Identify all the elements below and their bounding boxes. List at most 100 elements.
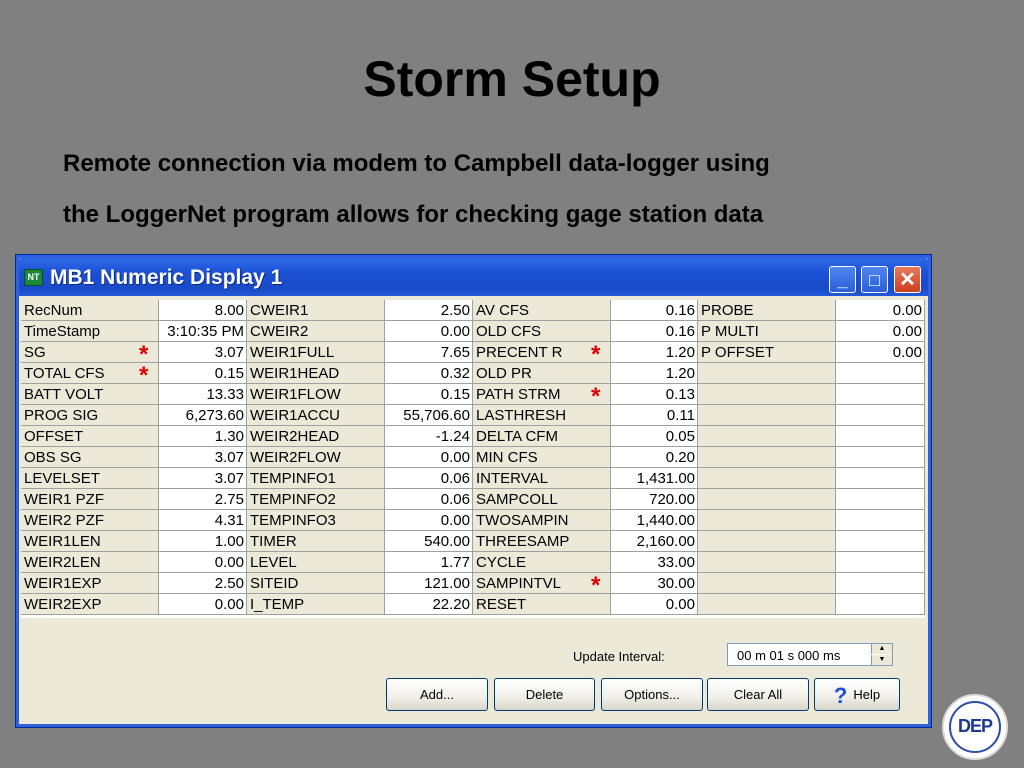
table-cell-label[interactable]: TEMPINFO2 — [247, 489, 385, 510]
table-cell-label[interactable] — [698, 426, 836, 447]
table-cell-label[interactable]: P MULTI — [698, 321, 836, 342]
table-cell-label[interactable]: WEIR1FULL — [247, 342, 385, 363]
table-cell-value[interactable]: 0.00 — [836, 321, 925, 342]
table-cell-value[interactable] — [836, 552, 925, 573]
table-cell-label[interactable]: WEIR1LEN — [21, 531, 159, 552]
title-bar[interactable]: NT MB1 Numeric Display 1 _ □ ✕ — [19, 258, 928, 296]
table-cell-label[interactable]: WEIR1EXP — [21, 573, 159, 594]
add-button[interactable]: Add... — [386, 678, 488, 711]
table-cell-label[interactable]: TimeStamp — [21, 321, 159, 342]
table-cell-label[interactable]: WEIR2LEN — [21, 552, 159, 573]
table-cell-value[interactable]: 540.00 — [385, 531, 473, 552]
minimize-button[interactable]: _ — [829, 266, 856, 293]
table-cell-value[interactable] — [836, 447, 925, 468]
table-cell-label[interactable]: SAMPCOLL — [473, 489, 611, 510]
table-cell-value[interactable]: 6,273.60 — [159, 405, 247, 426]
table-cell-value[interactable] — [836, 426, 925, 447]
table-cell-value[interactable]: 30.00 — [611, 573, 698, 594]
table-cell-label[interactable]: WEIR2HEAD — [247, 426, 385, 447]
table-cell-label[interactable]: BATT VOLT — [21, 384, 159, 405]
table-cell-value[interactable]: 0.15 — [159, 363, 247, 384]
table-cell-label[interactable]: CYCLE — [473, 552, 611, 573]
table-cell-label[interactable]: WEIR1ACCU — [247, 405, 385, 426]
table-cell-label[interactable] — [698, 405, 836, 426]
update-interval-input[interactable] — [728, 644, 881, 667]
table-cell-value[interactable] — [836, 363, 925, 384]
table-cell-value[interactable]: 3.07 — [159, 342, 247, 363]
table-cell-label[interactable]: LEVELSET — [21, 468, 159, 489]
table-cell-value[interactable]: 0.16 — [611, 321, 698, 342]
table-cell-value[interactable]: 22.20 — [385, 594, 473, 615]
table-cell-value[interactable]: 3:10:35 PM — [159, 321, 247, 342]
table-cell-label[interactable]: RecNum — [21, 300, 159, 321]
table-cell-label[interactable]: INTERVAL — [473, 468, 611, 489]
table-cell-value[interactable]: 0.00 — [836, 342, 925, 363]
table-cell-value[interactable] — [836, 489, 925, 510]
table-cell-label[interactable] — [698, 573, 836, 594]
table-cell-label[interactable]: OLD PR — [473, 363, 611, 384]
table-cell-label[interactable]: P OFFSET — [698, 342, 836, 363]
table-cell-value[interactable]: 0.16 — [611, 300, 698, 321]
table-cell-value[interactable]: 0.13 — [611, 384, 698, 405]
table-cell-value[interactable] — [836, 573, 925, 594]
table-cell-label[interactable] — [698, 531, 836, 552]
options-button[interactable]: Options... — [601, 678, 703, 711]
table-cell-label[interactable]: PROBE — [698, 300, 836, 321]
table-cell-label[interactable]: I_TEMP — [247, 594, 385, 615]
table-cell-value[interactable]: 0.32 — [385, 363, 473, 384]
table-cell-label[interactable] — [698, 468, 836, 489]
table-cell-label[interactable]: TWOSAMPIN — [473, 510, 611, 531]
table-cell-value[interactable]: 1,431.00 — [611, 468, 698, 489]
table-cell-value[interactable]: 7.65 — [385, 342, 473, 363]
table-cell-value[interactable]: 55,706.60 — [385, 405, 473, 426]
spin-down-button[interactable]: ▼ — [871, 655, 892, 665]
table-cell-label[interactable] — [698, 510, 836, 531]
table-cell-value[interactable]: 8.00 — [159, 300, 247, 321]
table-cell-value[interactable]: 1.20 — [611, 342, 698, 363]
table-cell-label[interactable]: WEIR1 PZF — [21, 489, 159, 510]
table-cell-label[interactable]: LASTHRESH — [473, 405, 611, 426]
table-cell-label[interactable]: TIMER — [247, 531, 385, 552]
table-cell-value[interactable]: 2.50 — [385, 300, 473, 321]
table-cell-value[interactable] — [836, 594, 925, 615]
table-cell-label[interactable]: WEIR2FLOW — [247, 447, 385, 468]
table-cell-label[interactable] — [698, 384, 836, 405]
table-cell-label[interactable] — [698, 594, 836, 615]
table-cell-value[interactable]: 0.15 — [385, 384, 473, 405]
table-cell-label[interactable]: RESET — [473, 594, 611, 615]
table-cell-value[interactable]: 0.00 — [836, 300, 925, 321]
table-cell-label[interactable]: MIN CFS — [473, 447, 611, 468]
table-cell-value[interactable]: 2,160.00 — [611, 531, 698, 552]
help-button[interactable]: ? Help — [814, 678, 900, 711]
table-cell-label[interactable] — [698, 363, 836, 384]
delete-button[interactable]: Delete — [494, 678, 595, 711]
table-cell-value[interactable]: 0.00 — [159, 552, 247, 573]
table-cell-value[interactable]: 0.00 — [385, 321, 473, 342]
table-cell-value[interactable] — [836, 531, 925, 552]
table-cell-value[interactable]: 0.06 — [385, 468, 473, 489]
table-cell-label[interactable]: CWEIR2 — [247, 321, 385, 342]
table-cell-value[interactable]: 121.00 — [385, 573, 473, 594]
table-cell-label[interactable]: WEIR2 PZF — [21, 510, 159, 531]
table-cell-label[interactable]: OFFSET — [21, 426, 159, 447]
table-cell-value[interactable]: 0.06 — [385, 489, 473, 510]
table-cell-value[interactable]: 720.00 — [611, 489, 698, 510]
table-cell-value[interactable]: 33.00 — [611, 552, 698, 573]
table-cell-label[interactable]: WEIR1HEAD — [247, 363, 385, 384]
table-cell-value[interactable]: 1.77 — [385, 552, 473, 573]
table-cell-value[interactable]: 0.11 — [611, 405, 698, 426]
table-cell-label[interactable] — [698, 489, 836, 510]
table-cell-label[interactable]: WEIR2EXP — [21, 594, 159, 615]
maximize-button[interactable]: □ — [861, 266, 888, 293]
table-cell-value[interactable]: -1.24 — [385, 426, 473, 447]
table-cell-value[interactable]: 3.07 — [159, 447, 247, 468]
table-cell-label[interactable]: OBS SG — [21, 447, 159, 468]
table-cell-value[interactable]: 1.00 — [159, 531, 247, 552]
table-cell-value[interactable]: 0.05 — [611, 426, 698, 447]
table-cell-value[interactable] — [836, 405, 925, 426]
table-cell-label[interactable]: TEMPINFO3 — [247, 510, 385, 531]
table-cell-value[interactable]: 1.20 — [611, 363, 698, 384]
table-cell-value[interactable]: 1,440.00 — [611, 510, 698, 531]
table-cell-value[interactable]: 2.50 — [159, 573, 247, 594]
table-cell-value[interactable]: 0.00 — [611, 594, 698, 615]
